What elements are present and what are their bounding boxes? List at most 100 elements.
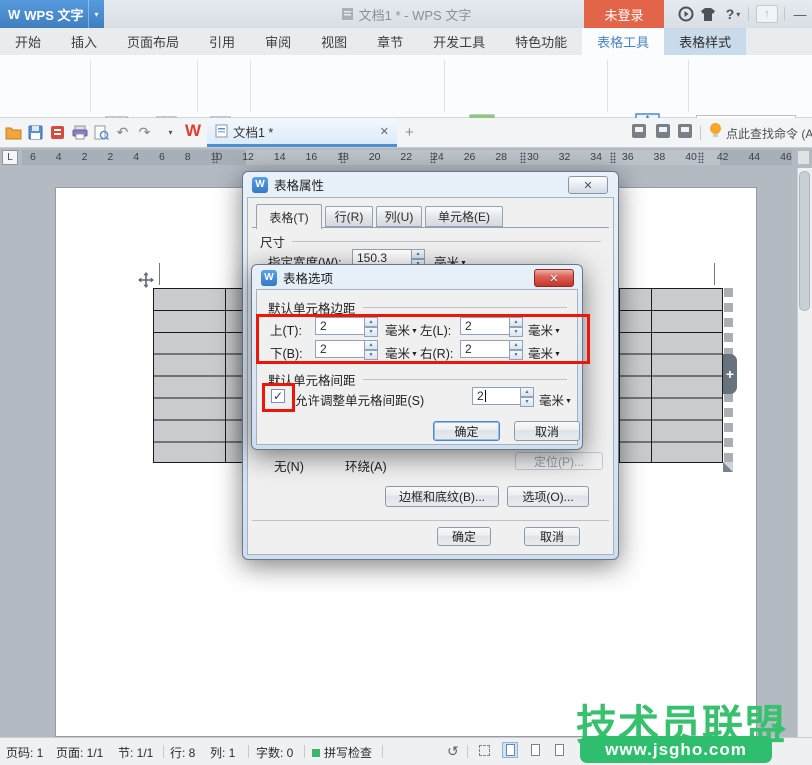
divider — [444, 60, 445, 112]
export-pdf-icon[interactable] — [49, 124, 66, 141]
status-word-count[interactable]: 字数: 0 — [256, 744, 293, 761]
divider — [90, 60, 91, 112]
tab-references[interactable]: 引用 — [194, 28, 250, 55]
close-tab-icon[interactable]: ✕ — [380, 125, 389, 138]
divider — [688, 60, 689, 112]
borders-shading-button[interactable]: 边框和底纹(B)... — [385, 486, 499, 507]
help-button[interactable]: ?▾ — [720, 0, 746, 28]
upload-icon: ↑ — [754, 0, 780, 28]
table-left-section[interactable] — [153, 288, 243, 463]
add-column-handle[interactable]: + — [723, 354, 737, 394]
wrap-none-label[interactable]: 无(N) — [274, 456, 304, 475]
spellcheck-status[interactable]: 拼写检查 — [312, 744, 372, 761]
cancel-button[interactable]: 取消 — [524, 527, 580, 546]
ruler-column-marker[interactable] — [340, 152, 346, 163]
options-button[interactable]: 选项(O)... — [507, 486, 589, 507]
table-column-border[interactable] — [225, 289, 226, 462]
status-pages: 页面: 1/1 — [56, 744, 103, 761]
spacing-spinner[interactable]: 2 ▲▼ — [472, 387, 534, 405]
document-tab[interactable]: 文档1 * ✕ — [207, 118, 397, 147]
cancel-button[interactable]: 取消 — [514, 421, 580, 441]
ruler-toggle-icon[interactable] — [797, 150, 810, 165]
divider — [467, 745, 468, 758]
login-button[interactable]: 未登录 — [584, 0, 664, 28]
spinner-arrows[interactable]: ▲▼ — [520, 387, 534, 405]
table-right-section[interactable] — [619, 288, 723, 463]
allow-spacing-label[interactable]: 允许调整单元格间距(S) — [295, 390, 424, 409]
scrollbar-thumb[interactable] — [799, 171, 810, 311]
table-column-border[interactable] — [651, 289, 652, 462]
history-icon[interactable] — [632, 124, 646, 138]
dialog-title: 表格选项 — [283, 268, 333, 287]
wps-menu-button[interactable]: W WPS 文字 ▾ — [0, 0, 104, 28]
dialog-tab-table[interactable]: 表格(T) — [256, 204, 322, 229]
spin-up-icon[interactable]: ▲ — [411, 249, 425, 259]
find-command-box[interactable]: 点此查找命令 (A — [726, 125, 812, 142]
dialog-title-bar[interactable]: W 表格属性 — [243, 172, 618, 197]
spacing-unit[interactable]: 毫米▼ — [539, 390, 572, 409]
tab-table-style[interactable]: 表格样式 — [664, 28, 746, 55]
annotation-checkbox-highlight — [262, 383, 295, 412]
new-tab-button[interactable]: + — [405, 124, 414, 141]
print-preview-icon[interactable] — [93, 124, 110, 141]
open-file-icon[interactable] — [5, 124, 22, 141]
tab-view[interactable]: 视图 — [306, 28, 362, 55]
view-web-icon[interactable] — [551, 742, 567, 758]
dialog-tab-cell[interactable]: 单元格(E) — [425, 206, 503, 227]
wrap-around-label[interactable]: 环绕(A) — [345, 456, 387, 475]
dialog-tab-row[interactable]: 行(R) — [325, 206, 373, 227]
app-name: WPS 文字 — [24, 5, 83, 24]
ruler-column-marker[interactable] — [520, 152, 526, 163]
divider — [382, 745, 383, 758]
play-circle-icon[interactable] — [676, 0, 696, 28]
close-button[interactable]: ✕ — [568, 176, 608, 194]
document-icon — [215, 124, 228, 138]
divider — [197, 60, 198, 112]
switch-view-icon[interactable] — [678, 124, 692, 138]
tab-special-features[interactable]: 特色功能 — [500, 28, 582, 55]
tshirt-icon[interactable] — [698, 0, 718, 28]
dialog-title-bar[interactable]: W 表格选项 — [252, 265, 582, 290]
ruler-column-marker[interactable] — [430, 152, 436, 163]
ribbon-tab-bar: 开始 插入 页面布局 引用 审阅 视图 章节 开发工具 特色功能 表格工具 表格… — [0, 28, 812, 55]
tab-home[interactable]: 开始 — [0, 28, 56, 55]
tab-page-layout[interactable]: 页面布局 — [112, 28, 194, 55]
wps-logo-icon: W — [252, 177, 268, 193]
wps-logo-icon: W — [261, 270, 277, 286]
close-button[interactable]: ✕ — [534, 269, 574, 287]
tab-developer[interactable]: 开发工具 — [418, 28, 500, 55]
text-cursor — [159, 263, 160, 285]
redo-icon[interactable]: ↷ — [136, 124, 153, 141]
spellcheck-indicator — [312, 749, 320, 757]
dialog-tab-column[interactable]: 列(U) — [376, 206, 422, 227]
ruler-column-marker[interactable] — [698, 152, 704, 163]
view-normal-icon[interactable] — [502, 742, 518, 758]
tab-stop-selector[interactable]: L — [2, 150, 18, 165]
history-icon[interactable]: ↺ — [447, 743, 459, 760]
chevron-down-icon[interactable]: ▾ — [88, 0, 104, 28]
undo-icon[interactable]: ↶ — [114, 124, 131, 141]
divider — [363, 307, 567, 308]
table-resize-handle[interactable] — [722, 461, 734, 476]
text-cursor — [485, 390, 486, 402]
print-icon[interactable] — [71, 124, 88, 141]
ruler-column-marker[interactable] — [610, 152, 616, 163]
view-outline-icon[interactable] — [527, 742, 543, 758]
table-move-handle[interactable] — [137, 271, 155, 292]
toolbar-more-icon[interactable]: ▾ — [162, 124, 179, 141]
ok-button[interactable]: 确定 — [433, 421, 500, 441]
select-mode-icon[interactable] — [476, 742, 492, 758]
divider — [292, 241, 601, 242]
spacing-value[interactable]: 2 — [472, 387, 520, 405]
document-tab-label: 文档1 * — [233, 122, 273, 141]
chevron-down-icon: ▾ — [736, 10, 740, 19]
ok-button[interactable]: 确定 — [437, 527, 491, 546]
pen-mode-icon[interactable] — [656, 124, 670, 138]
save-icon[interactable] — [27, 124, 44, 141]
tab-review[interactable]: 审阅 — [250, 28, 306, 55]
ruler-column-marker[interactable] — [212, 152, 218, 163]
tab-section[interactable]: 章节 — [362, 28, 418, 55]
tab-table-tools[interactable]: 表格工具 — [582, 28, 664, 55]
tab-insert[interactable]: 插入 — [56, 28, 112, 55]
minimize-button[interactable]: — — [790, 0, 810, 28]
